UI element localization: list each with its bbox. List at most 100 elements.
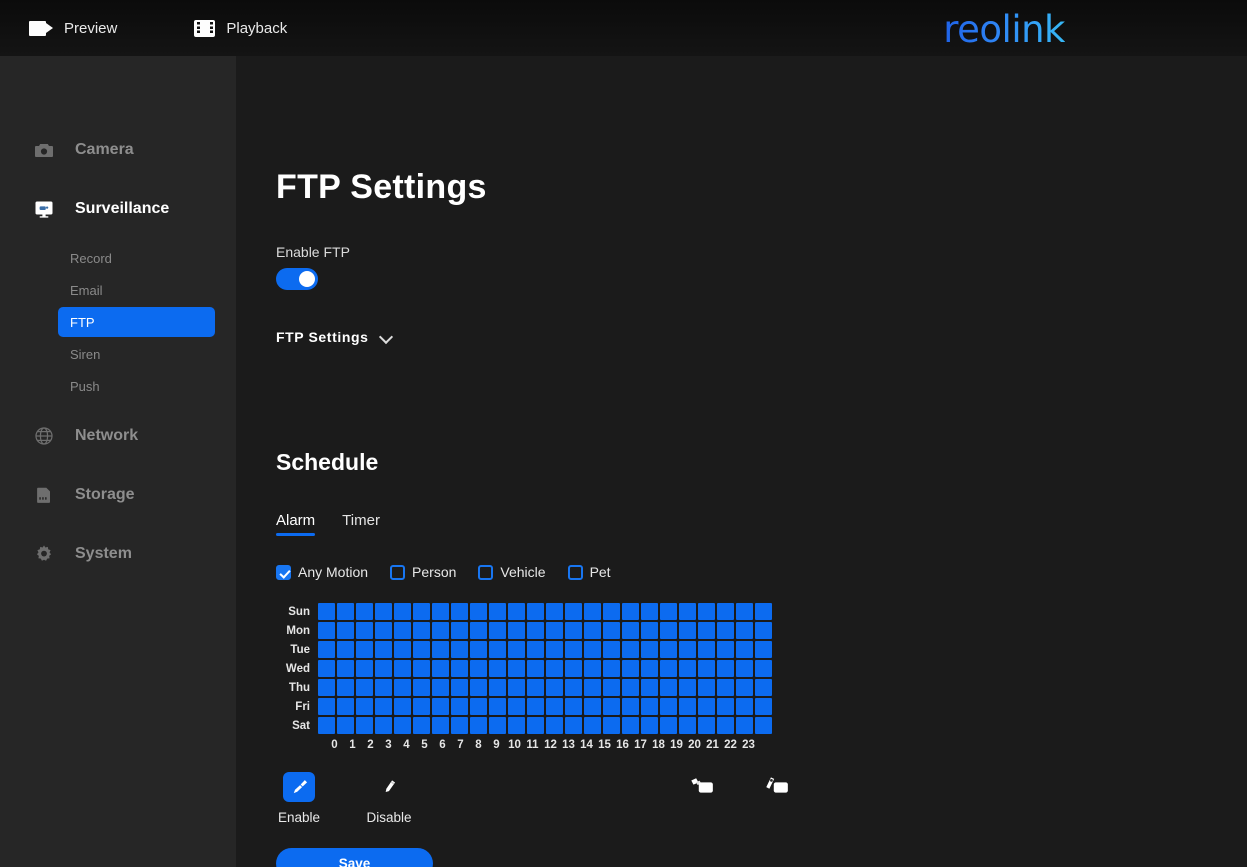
sidebar-item-system[interactable]: System bbox=[0, 532, 236, 575]
schedule-cell[interactable] bbox=[565, 641, 582, 658]
schedule-cell[interactable] bbox=[527, 717, 544, 734]
schedule-cell[interactable] bbox=[527, 698, 544, 715]
schedule-cell[interactable] bbox=[622, 698, 639, 715]
schedule-cell[interactable] bbox=[394, 717, 411, 734]
schedule-cell[interactable] bbox=[489, 622, 506, 639]
schedule-cell[interactable] bbox=[736, 679, 753, 696]
schedule-cell[interactable] bbox=[337, 622, 354, 639]
checkbox-vehicle[interactable]: Vehicle bbox=[478, 564, 546, 580]
schedule-cell[interactable] bbox=[660, 622, 677, 639]
schedule-cell[interactable] bbox=[318, 660, 335, 677]
schedule-cell[interactable] bbox=[337, 717, 354, 734]
schedule-cell[interactable] bbox=[641, 679, 658, 696]
schedule-cell[interactable] bbox=[470, 717, 487, 734]
schedule-cell[interactable] bbox=[356, 717, 373, 734]
checkbox-any-motion[interactable]: Any Motion bbox=[276, 564, 368, 580]
schedule-cell[interactable] bbox=[375, 679, 392, 696]
schedule-cell[interactable] bbox=[736, 641, 753, 658]
sidebar-item-storage[interactable]: Storage bbox=[0, 473, 236, 516]
schedule-cell[interactable] bbox=[584, 603, 601, 620]
schedule-cell[interactable] bbox=[527, 660, 544, 677]
schedule-cell[interactable] bbox=[546, 698, 563, 715]
enable-ftp-toggle[interactable] bbox=[276, 268, 318, 290]
schedule-cell[interactable] bbox=[546, 717, 563, 734]
schedule-cell[interactable] bbox=[622, 622, 639, 639]
schedule-cell[interactable] bbox=[660, 698, 677, 715]
schedule-cell[interactable] bbox=[660, 660, 677, 677]
schedule-cell[interactable] bbox=[413, 698, 430, 715]
schedule-cell[interactable] bbox=[489, 603, 506, 620]
schedule-cell[interactable] bbox=[489, 641, 506, 658]
schedule-cell[interactable] bbox=[337, 698, 354, 715]
sidebar-item-network[interactable]: Network bbox=[0, 414, 236, 457]
schedule-cell[interactable] bbox=[375, 641, 392, 658]
tool-disable[interactable]: Disable bbox=[366, 772, 412, 825]
schedule-cell[interactable] bbox=[318, 603, 335, 620]
clear-all-icon[interactable] bbox=[758, 772, 798, 802]
schedule-cell[interactable] bbox=[641, 622, 658, 639]
schedule-cell[interactable] bbox=[508, 660, 525, 677]
schedule-cell[interactable] bbox=[356, 622, 373, 639]
schedule-cell[interactable] bbox=[660, 641, 677, 658]
schedule-cell[interactable] bbox=[698, 679, 715, 696]
schedule-cell[interactable] bbox=[356, 660, 373, 677]
schedule-cell[interactable] bbox=[565, 660, 582, 677]
schedule-cell[interactable] bbox=[565, 622, 582, 639]
schedule-cell[interactable] bbox=[584, 660, 601, 677]
schedule-cell[interactable] bbox=[470, 622, 487, 639]
schedule-cell[interactable] bbox=[622, 679, 639, 696]
schedule-cell[interactable] bbox=[432, 660, 449, 677]
schedule-cell[interactable] bbox=[508, 698, 525, 715]
sidebar-item-push[interactable]: Push bbox=[58, 371, 215, 401]
schedule-cell[interactable] bbox=[660, 679, 677, 696]
schedule-cell[interactable] bbox=[603, 698, 620, 715]
schedule-cell[interactable] bbox=[489, 698, 506, 715]
schedule-cell[interactable] bbox=[356, 679, 373, 696]
save-button[interactable]: Save bbox=[276, 848, 433, 867]
schedule-cell[interactable] bbox=[755, 679, 772, 696]
schedule-cell[interactable] bbox=[413, 641, 430, 658]
schedule-cell[interactable] bbox=[432, 717, 449, 734]
schedule-cell[interactable] bbox=[546, 603, 563, 620]
schedule-cell[interactable] bbox=[337, 603, 354, 620]
schedule-cell[interactable] bbox=[603, 679, 620, 696]
schedule-cell[interactable] bbox=[603, 717, 620, 734]
sidebar-item-siren[interactable]: Siren bbox=[58, 339, 215, 369]
schedule-cell[interactable] bbox=[679, 660, 696, 677]
topnav-preview[interactable]: Preview bbox=[29, 0, 117, 56]
schedule-cell[interactable] bbox=[451, 603, 468, 620]
schedule-cell[interactable] bbox=[432, 698, 449, 715]
schedule-cell[interactable] bbox=[508, 622, 525, 639]
schedule-cell[interactable] bbox=[641, 660, 658, 677]
schedule-cell[interactable] bbox=[394, 622, 411, 639]
schedule-cell[interactable] bbox=[432, 622, 449, 639]
schedule-cell[interactable] bbox=[546, 679, 563, 696]
topnav-playback[interactable]: Playback bbox=[194, 0, 287, 56]
schedule-cell[interactable] bbox=[394, 641, 411, 658]
schedule-cell[interactable] bbox=[641, 717, 658, 734]
tab-alarm[interactable]: Alarm bbox=[276, 512, 316, 536]
schedule-cell[interactable] bbox=[660, 603, 677, 620]
schedule-cell[interactable] bbox=[565, 698, 582, 715]
schedule-cell[interactable] bbox=[565, 603, 582, 620]
schedule-cell[interactable] bbox=[698, 603, 715, 620]
schedule-cell[interactable] bbox=[755, 603, 772, 620]
schedule-cell[interactable] bbox=[660, 717, 677, 734]
schedule-cell[interactable] bbox=[603, 641, 620, 658]
schedule-cell[interactable] bbox=[603, 603, 620, 620]
schedule-cell[interactable] bbox=[508, 679, 525, 696]
schedule-cell[interactable] bbox=[527, 679, 544, 696]
schedule-cell[interactable] bbox=[717, 698, 734, 715]
schedule-cell[interactable] bbox=[641, 698, 658, 715]
schedule-cell[interactable] bbox=[489, 679, 506, 696]
schedule-cell[interactable] bbox=[318, 698, 335, 715]
schedule-cell[interactable] bbox=[565, 679, 582, 696]
schedule-cell[interactable] bbox=[698, 698, 715, 715]
schedule-cell[interactable] bbox=[527, 603, 544, 620]
schedule-cell[interactable] bbox=[736, 717, 753, 734]
schedule-cell[interactable] bbox=[451, 641, 468, 658]
schedule-cell[interactable] bbox=[394, 698, 411, 715]
schedule-cell[interactable] bbox=[394, 679, 411, 696]
schedule-cell[interactable] bbox=[736, 622, 753, 639]
schedule-cell[interactable] bbox=[584, 622, 601, 639]
